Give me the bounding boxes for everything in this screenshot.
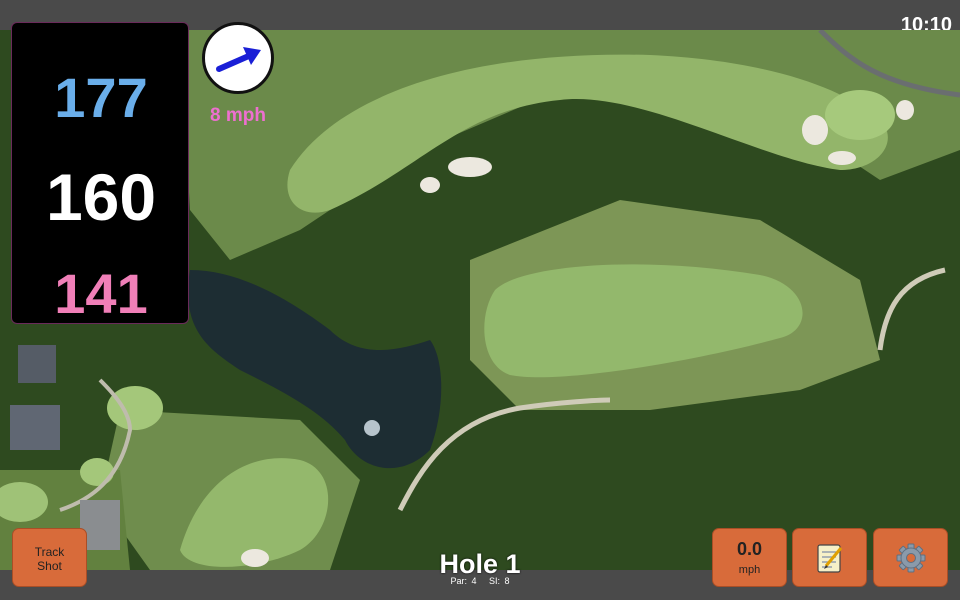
back-yardage: 177 <box>54 66 148 129</box>
center-yardage: 160 <box>45 160 157 234</box>
wind-speed-unit: mph <box>738 564 761 576</box>
track-shot-button[interactable]: Track Shot <box>12 528 87 587</box>
notes-button[interactable] <box>792 528 867 587</box>
hole-info: Par: 4 SI: 8 <box>380 576 580 586</box>
hole-stroke-index: SI: 8 <box>489 576 510 586</box>
track-shot-label-line1: Track <box>34 545 65 559</box>
wind-arrow-icon <box>216 47 261 72</box>
yardage-panel: 177 160 141 <box>11 22 189 325</box>
hole-par: Par: 4 <box>450 576 477 586</box>
wind-speed-button[interactable]: 0.0 mph <box>712 528 787 587</box>
settings-button[interactable] <box>873 528 948 587</box>
track-shot-label-line2: Shot <box>37 559 62 573</box>
wind-speed-value: 0.0 <box>736 539 763 559</box>
notepad-icon <box>816 543 842 573</box>
wind-speed-label: 8 mph <box>210 105 266 126</box>
gear-icon <box>896 543 925 572</box>
front-yardage: 141 <box>54 262 148 325</box>
wind-direction-indicator <box>202 22 274 94</box>
